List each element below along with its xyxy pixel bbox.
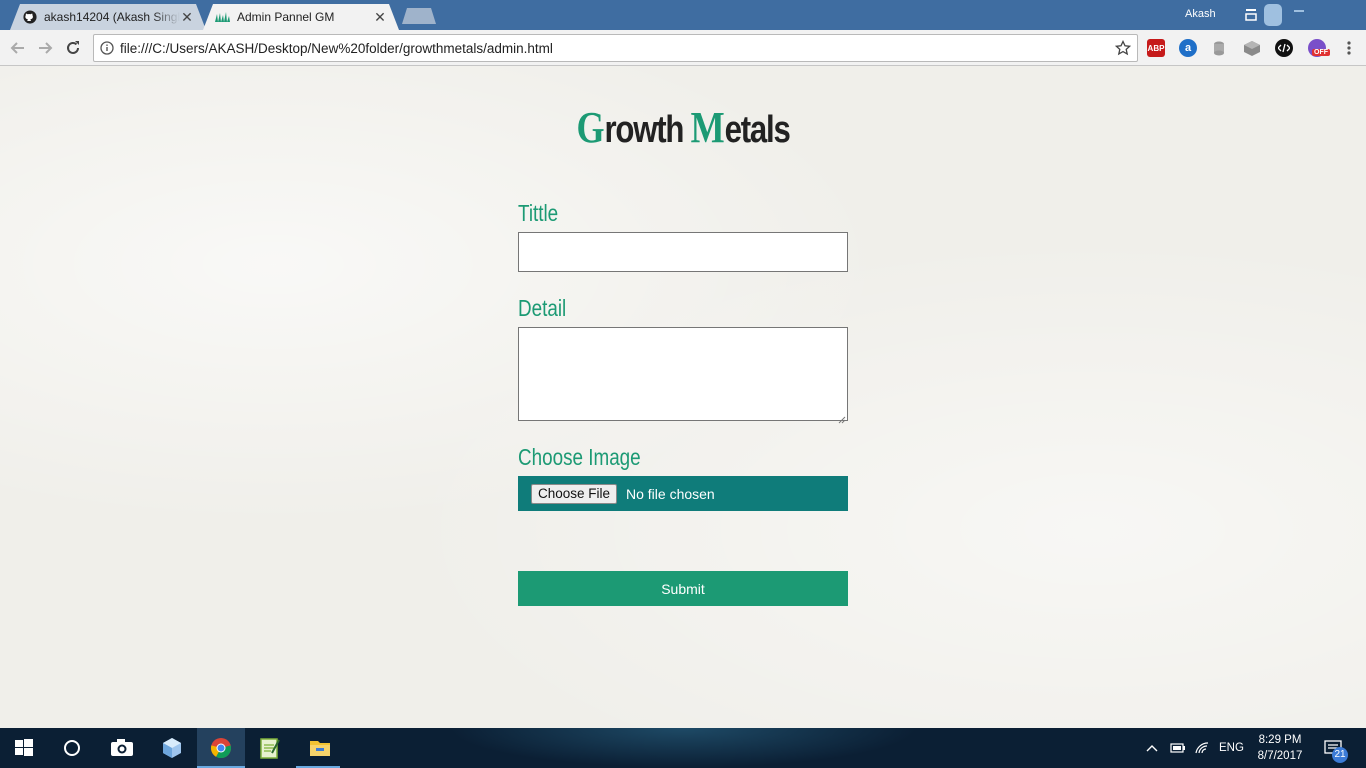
system-clock[interactable]: 8:29 PM 8/7/2017	[1253, 732, 1307, 764]
chrome-icon[interactable]	[197, 728, 245, 768]
windows-taskbar: ENG 8:29 PM 8/7/2017 21	[0, 728, 1366, 768]
title-initial-m: M	[690, 103, 725, 152]
url-text[interactable]: file:///C:/Users/AKASH/Desktop/New%20fol…	[120, 41, 553, 56]
detail-textarea[interactable]	[518, 327, 848, 424]
code-icon[interactable]	[1275, 39, 1293, 57]
adblock-plus-icon[interactable]: ABP	[1147, 39, 1165, 57]
page-content: Growth Metals Tittle Detail Choose Image…	[0, 66, 1366, 728]
wifi-icon[interactable]	[1195, 728, 1211, 768]
chevron-up-icon[interactable]	[1146, 728, 1158, 768]
resize-grip-icon[interactable]	[838, 411, 846, 424]
detail-label: Detail	[518, 295, 567, 321]
cube-3d-icon[interactable]	[148, 728, 196, 768]
bookmark-star-icon[interactable]	[1114, 39, 1132, 56]
close-icon[interactable]: ✕	[373, 10, 387, 24]
site-title: Growth Metals	[123, 102, 1243, 153]
title-label: Tittle	[518, 200, 559, 226]
cortana-icon[interactable]	[48, 728, 96, 768]
file-status: No file chosen	[626, 486, 715, 502]
site-favicon	[215, 9, 231, 25]
browser-toolbar: file:///C:/Users/AKASH/Desktop/New%20fol…	[0, 30, 1366, 66]
adblock-label: ABP	[1147, 43, 1165, 53]
minimize-icon[interactable]	[1240, 4, 1262, 24]
a-extension-icon[interactable]: a	[1179, 39, 1197, 57]
forward-icon[interactable]	[34, 37, 56, 59]
database-icon[interactable]	[1210, 39, 1228, 57]
notepad-icon[interactable]	[246, 728, 294, 768]
submit-button[interactable]: Submit	[518, 571, 848, 606]
title-rowth: rowth	[604, 109, 691, 151]
close-icon[interactable]: ✕	[180, 10, 194, 24]
tab-label: akash14204 (Akash Singh	[44, 10, 180, 24]
window-controls-icon[interactable]	[1288, 4, 1310, 24]
tab-github[interactable]: akash14204 (Akash Singh ✕	[10, 4, 206, 30]
address-bar[interactable]: file:///C:/Users/AKASH/Desktop/New%20fol…	[93, 34, 1138, 62]
timer-off-label: OFF	[1312, 49, 1330, 56]
clock-date: 8/7/2017	[1257, 750, 1303, 762]
choose-file-button[interactable]: Choose File	[531, 484, 618, 504]
notification-count: 21	[1332, 747, 1348, 763]
back-icon[interactable]	[7, 37, 29, 59]
file-explorer-icon[interactable]	[296, 728, 344, 768]
choose-image-label: Choose Image	[518, 444, 641, 470]
browser-titlebar: akash14204 (Akash Singh ✕ Admin Pannel G…	[0, 0, 1366, 30]
timer-off-icon[interactable]: OFF	[1308, 39, 1330, 57]
title-input[interactable]	[518, 232, 848, 272]
battery-icon[interactable]	[1170, 728, 1186, 768]
cube-icon[interactable]	[1243, 39, 1261, 57]
action-center-icon[interactable]: 21	[1324, 728, 1348, 768]
reload-icon[interactable]	[62, 37, 84, 59]
title-initial-g: G	[576, 103, 605, 152]
image-file-input[interactable]: Choose File No file chosen	[518, 476, 848, 511]
profile-name[interactable]: Akash	[1185, 8, 1216, 20]
new-tab-button[interactable]	[402, 8, 436, 24]
clock-time: 8:29 PM	[1258, 734, 1302, 746]
tab-label: Admin Pannel GM	[237, 10, 335, 24]
title-etals: etals	[724, 109, 791, 151]
a-extension-label: a	[1184, 42, 1192, 54]
info-icon[interactable]	[100, 41, 114, 55]
menu-kebab-icon[interactable]	[1338, 37, 1360, 59]
github-icon	[22, 9, 38, 25]
tab-admin-pannel[interactable]: Admin Pannel GM ✕	[203, 4, 399, 30]
camera-icon[interactable]	[98, 728, 146, 768]
start-icon[interactable]	[0, 728, 48, 768]
profile-avatar-icon[interactable]	[1262, 4, 1284, 26]
language-indicator[interactable]: ENG	[1219, 728, 1244, 768]
